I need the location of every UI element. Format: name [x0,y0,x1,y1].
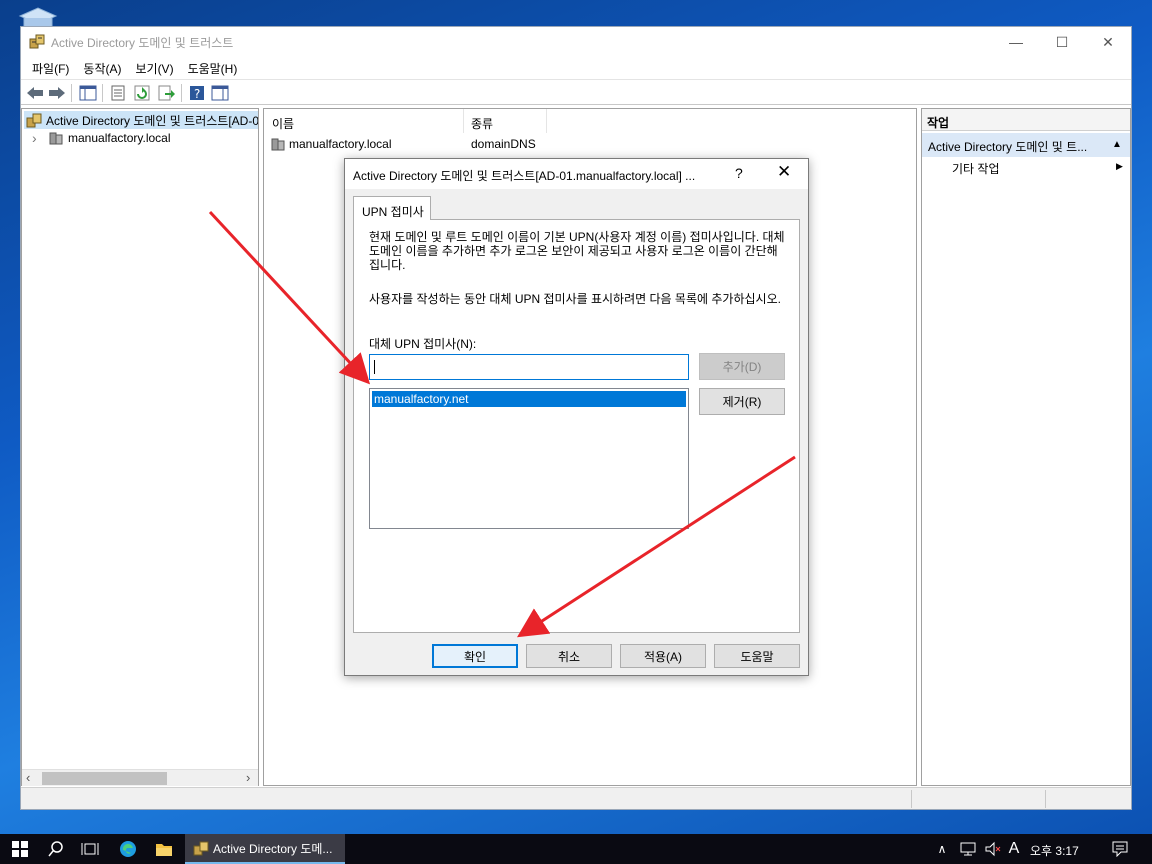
status-divider [1045,790,1046,808]
toolbar-separator [102,84,103,102]
text-caret [374,360,375,374]
network-icon[interactable] [956,834,980,864]
ad-domains-app-icon [29,33,45,49]
taskbar-app-label: Active Directory 도메... [213,841,333,856]
list-item[interactable]: manualfactory.local [270,135,392,153]
tree-root-label: Active Directory 도메인 및 트러스트[AD-01.manual… [46,113,258,128]
help-button[interactable]: 도움말 [714,644,800,668]
status-bar [21,787,1131,809]
column-header-type[interactable]: 종류 [465,109,547,133]
menu-file[interactable]: 파일(F) [25,60,76,77]
menu-view[interactable]: 보기(V) [128,60,180,77]
export-list-icon[interactable] [156,83,176,103]
list-item[interactable]: manualfactory.net [372,391,686,407]
start-windows-icon[interactable] [0,834,40,864]
minimize-button[interactable]: — [993,27,1039,57]
tab-upn-suffixes[interactable]: UPN 접미사 [353,196,431,220]
title-bar[interactable]: Active Directory 도메인 및 트러스트 — ☐ ✕ [21,27,1131,57]
domain-icon [48,130,64,146]
close-button[interactable]: ✕ [1085,27,1131,57]
upn-properties-dialog: Active Directory 도메인 및 트러스트[AD-01.manual… [344,158,809,676]
scrollbar-thumb[interactable] [42,772,167,785]
add-button[interactable]: 추가(D) [699,353,785,380]
dialog-help-icon[interactable]: ? [735,165,743,181]
dialog-title-bar[interactable]: Active Directory 도메인 및 트러스트[AD-01.manual… [345,159,808,189]
taskbar-app-ad-domains[interactable]: Active Directory 도메... [185,834,345,864]
tree-domain-node[interactable]: › manualfactory.local [32,129,171,147]
action-pane: 작업 Active Directory 도메인 및 트... ▲ 기타 작업 ▶ [921,108,1131,786]
toolbar-separator [181,84,182,102]
tree-horizontal-scrollbar[interactable]: ‹ › [22,769,258,786]
back-arrow-icon[interactable] [25,83,45,103]
show-hidden-icons-chevron-icon[interactable]: ∧ [932,834,952,864]
svg-text:?: ? [194,87,200,101]
toolbar: ? [21,79,1131,105]
domain-icon [270,136,286,152]
search-icon[interactable] [40,834,72,864]
toolbar-separator [71,84,72,102]
show-hide-action-pane-icon[interactable] [210,83,230,103]
tree-domain-label: manualfactory.local [68,131,171,145]
properties-icon[interactable] [108,83,128,103]
maximize-button[interactable]: ☐ [1039,27,1085,57]
volume-muted-icon[interactable] [982,834,1004,864]
submenu-arrow-icon: ▶ [1116,161,1123,171]
console-tree: Active Directory 도메인 및 트러스트[AD-01.manual… [21,108,259,786]
scroll-left-icon[interactable]: ‹ [26,770,30,785]
status-divider [911,790,912,808]
list-item-type: domainDNS [471,137,536,151]
notification-center-icon[interactable] [1104,834,1136,864]
ad-domains-app-icon [193,840,209,856]
tab-panel: 현재 도메인 및 루트 도메인 이름이 기본 UPN(사용자 계정 이름) 접미… [353,219,800,633]
dialog-title: Active Directory 도메인 및 트러스트[AD-01.manual… [353,169,696,183]
upn-suffix-input[interactable] [369,354,689,380]
apply-button[interactable]: 적용(A) [620,644,706,668]
more-actions-item[interactable]: 기타 작업 [952,160,1000,177]
window-title: Active Directory 도메인 및 트러스트 [51,36,234,50]
remove-button[interactable]: 제거(R) [699,388,785,415]
description-text: 현재 도메인 및 루트 도메인 이름이 기본 UPN(사용자 계정 이름) 접미… [369,230,785,272]
list-item-name: manualfactory.local [289,137,392,151]
edge-browser-icon[interactable] [112,834,144,864]
menu-bar: 파일(F) 동작(A) 보기(V) 도움말(H) [21,57,1131,79]
alternate-upn-label: 대체 UPN 접미사(N): [369,337,477,351]
tree-root-node[interactable]: Active Directory 도메인 및 트러스트[AD-01.manual… [24,111,258,129]
taskbar: Active Directory 도메... ∧ A 오후 3:17 [0,834,1152,864]
menu-help[interactable]: 도움말(H) [181,60,245,77]
task-view-icon[interactable] [74,834,106,864]
action-section-header[interactable]: Active Directory 도메인 및 트... [922,133,1130,157]
column-header-name[interactable]: 이름 [264,109,464,133]
cancel-button[interactable]: 취소 [526,644,612,668]
scroll-right-icon[interactable]: › [246,770,250,785]
file-explorer-icon[interactable] [148,834,180,864]
upn-suffix-list[interactable]: manualfactory.net [369,388,689,529]
ad-domains-trusts-icon [26,112,42,128]
dialog-close-button[interactable]: ✕ [777,162,791,182]
input-method-indicator[interactable]: A [1004,834,1024,864]
refresh-icon[interactable] [132,83,152,103]
menu-action[interactable]: 동작(A) [76,60,128,77]
instruction-text: 사용자를 작성하는 동안 대체 UPN 접미사를 표시하려면 다음 목록에 추가… [369,292,781,306]
help-icon[interactable]: ? [187,83,207,103]
expand-chevron-icon[interactable]: › [32,130,44,146]
forward-arrow-icon[interactable] [47,83,67,103]
show-hide-console-tree-icon[interactable] [78,83,98,103]
collapse-up-icon[interactable]: ▲ [1112,139,1122,150]
action-pane-header: 작업 [922,109,1130,131]
system-clock[interactable]: 오후 3:17 [1030,842,1079,859]
ok-button[interactable]: 확인 [432,644,518,668]
